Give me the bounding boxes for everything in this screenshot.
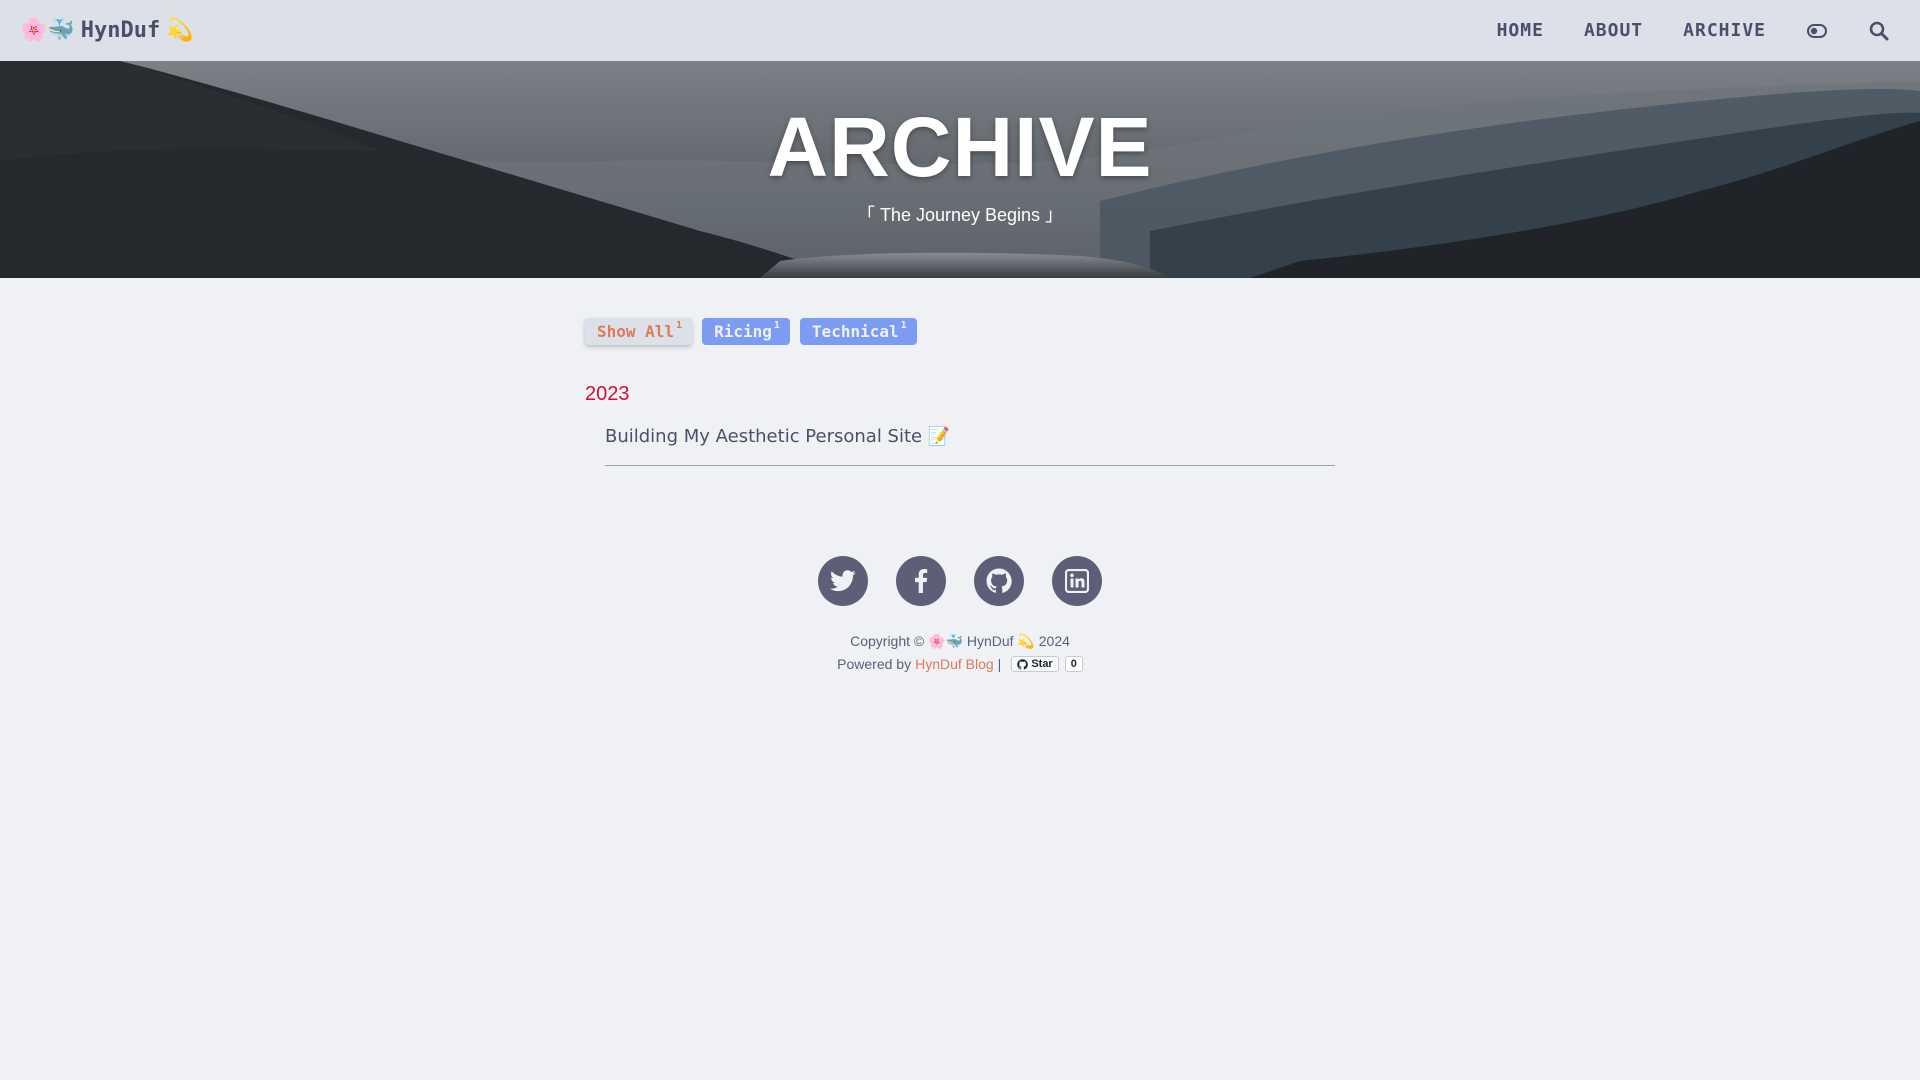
github-icon [1017,658,1029,670]
brand-emoji-icon: 🌸🐳 [20,18,75,43]
powered-by-label: Powered by [837,656,912,672]
linkedin-icon[interactable] [1052,556,1102,606]
github-icon[interactable] [974,556,1024,606]
tag-filter-bar: Show All 1 Ricing 1 Technical 1 [585,318,1335,345]
twitter-icon[interactable] [818,556,868,606]
search-icon[interactable] [1868,20,1890,42]
github-star-count[interactable]: 0 [1064,656,1083,672]
site-brand[interactable]: 🌸🐳 HynDuf 💫 [20,18,194,43]
copyright-text: Copyright © 🌸🐳 HynDuf 💫 2024 [850,633,1070,649]
powered-by-line: Powered by HynDuf Blog | Star 0 [0,656,1920,672]
tag-count: 1 [773,320,780,331]
theme-toggle-icon[interactable] [1806,20,1828,42]
tag-show-all-button[interactable]: Show All 1 [585,318,693,345]
tag-label: Show All [597,322,675,341]
nav-archive-link[interactable]: ARCHIVE [1683,20,1766,41]
tag-count: 1 [900,320,907,331]
tag-count: 1 [676,320,683,331]
archive-content: Show All 1 Ricing 1 Technical 1 2023 Bui… [585,278,1335,466]
sparkle-icon: 💫 [166,18,194,43]
tag-ricing-button[interactable]: Ricing 1 [702,318,790,345]
github-star-button[interactable]: Star [1011,656,1059,672]
tag-technical-button[interactable]: Technical 1 [799,318,917,345]
tag-label: Technical [811,322,899,341]
github-star-label: Star [1031,658,1053,670]
blog-source-link[interactable]: HynDuf Blog [915,656,994,672]
separator: | [997,656,1002,672]
page-title: ARCHIVE [767,100,1153,194]
hero-banner: ARCHIVE 「 The Journey Begins 」 [0,61,1920,278]
navbar: 🌸🐳 HynDuf 💫 HOME ABOUT ARCHIVE [0,0,1920,61]
archive-post-link[interactable]: Building My Aesthetic Personal Site 📝 [605,426,1335,466]
nav-home-link[interactable]: HOME [1497,20,1544,41]
nav-about-link[interactable]: ABOUT [1584,20,1643,41]
brand-name: HynDuf [80,18,161,43]
page-subtitle: 「 The Journey Begins 」 [856,205,1064,225]
nav-links: HOME ABOUT ARCHIVE [1497,20,1900,42]
facebook-icon[interactable] [896,556,946,606]
tag-label: Ricing [714,322,772,341]
archive-year-heading: 2023 [585,383,630,405]
social-links [0,556,1920,606]
